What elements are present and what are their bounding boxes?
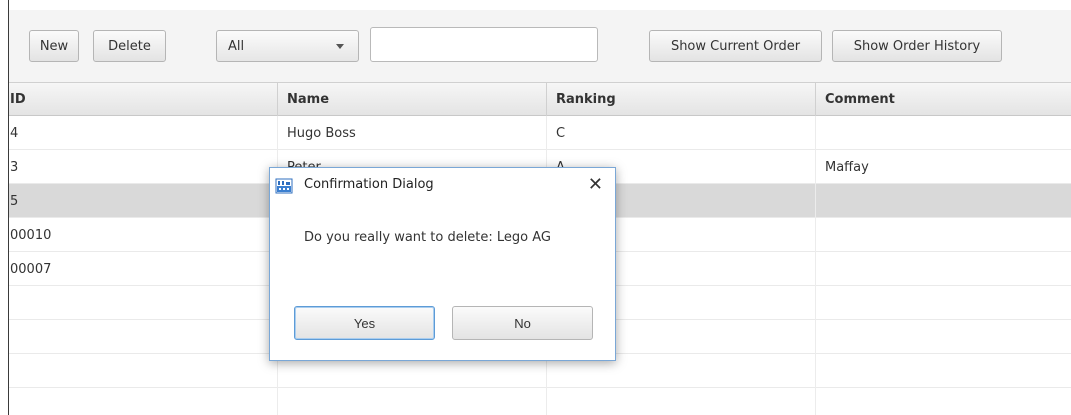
cell-comment	[816, 388, 1071, 415]
main-window: New Delete All Show Current Order Show O…	[0, 0, 1071, 415]
cell-id: 4	[9, 116, 278, 150]
toolbar: New Delete All Show Current Order Show O…	[9, 10, 1071, 83]
cell-id: 5	[9, 184, 278, 218]
yes-button[interactable]: Yes	[294, 306, 435, 340]
filter-dropdown[interactable]: All	[216, 30, 359, 62]
show-current-order-button[interactable]: Show Current Order	[649, 30, 822, 62]
cell-id: 3	[9, 150, 278, 184]
cell-ranking: C	[547, 116, 816, 150]
cell-name	[278, 388, 547, 415]
no-button[interactable]: No	[452, 306, 593, 340]
cell-id	[9, 320, 278, 354]
cell-comment	[816, 320, 1071, 354]
cell-id: 00010	[9, 218, 278, 252]
cell-comment: Maffay	[825, 159, 869, 175]
table-row[interactable]: 4 Hugo Boss C	[9, 116, 1071, 150]
cell-id	[9, 388, 278, 415]
confirmation-dialog: Confirmation Dialog ✕ Do you really want…	[269, 167, 616, 361]
column-header-id[interactable]: ID	[9, 83, 278, 116]
filter-value: All	[228, 38, 245, 54]
search-input[interactable]	[370, 27, 598, 62]
cell-name: Hugo Boss	[278, 116, 547, 150]
cell-comment	[816, 184, 1071, 218]
cell-id: 00007	[9, 252, 278, 286]
dialog-titlebar[interactable]: Confirmation Dialog ✕	[270, 168, 615, 203]
cell-id	[9, 286, 278, 320]
table-row[interactable]	[9, 388, 1071, 415]
cell-comment	[816, 252, 1071, 286]
cell-ranking	[547, 388, 816, 415]
column-header-ranking[interactable]: Ranking	[547, 83, 816, 116]
close-icon[interactable]: ✕	[588, 174, 603, 195]
chevron-down-icon	[336, 44, 344, 49]
app-factory-icon	[275, 178, 293, 194]
cell-comment	[816, 286, 1071, 320]
table-header: ID Name Ranking Comment	[9, 83, 1071, 116]
cell-id	[9, 354, 278, 388]
new-button[interactable]: New	[29, 30, 79, 62]
dialog-message: Do you really want to delete: Lego AG	[304, 230, 551, 245]
cell-comment	[816, 116, 1071, 150]
column-header-name[interactable]: Name	[278, 83, 547, 116]
cell-comment	[816, 218, 1071, 252]
cell-comment	[816, 354, 1071, 388]
delete-button[interactable]: Delete	[93, 30, 166, 62]
dialog-title: Confirmation Dialog	[304, 177, 434, 192]
show-order-history-button[interactable]: Show Order History	[832, 30, 1002, 62]
column-header-comment[interactable]: Comment	[816, 83, 1071, 116]
